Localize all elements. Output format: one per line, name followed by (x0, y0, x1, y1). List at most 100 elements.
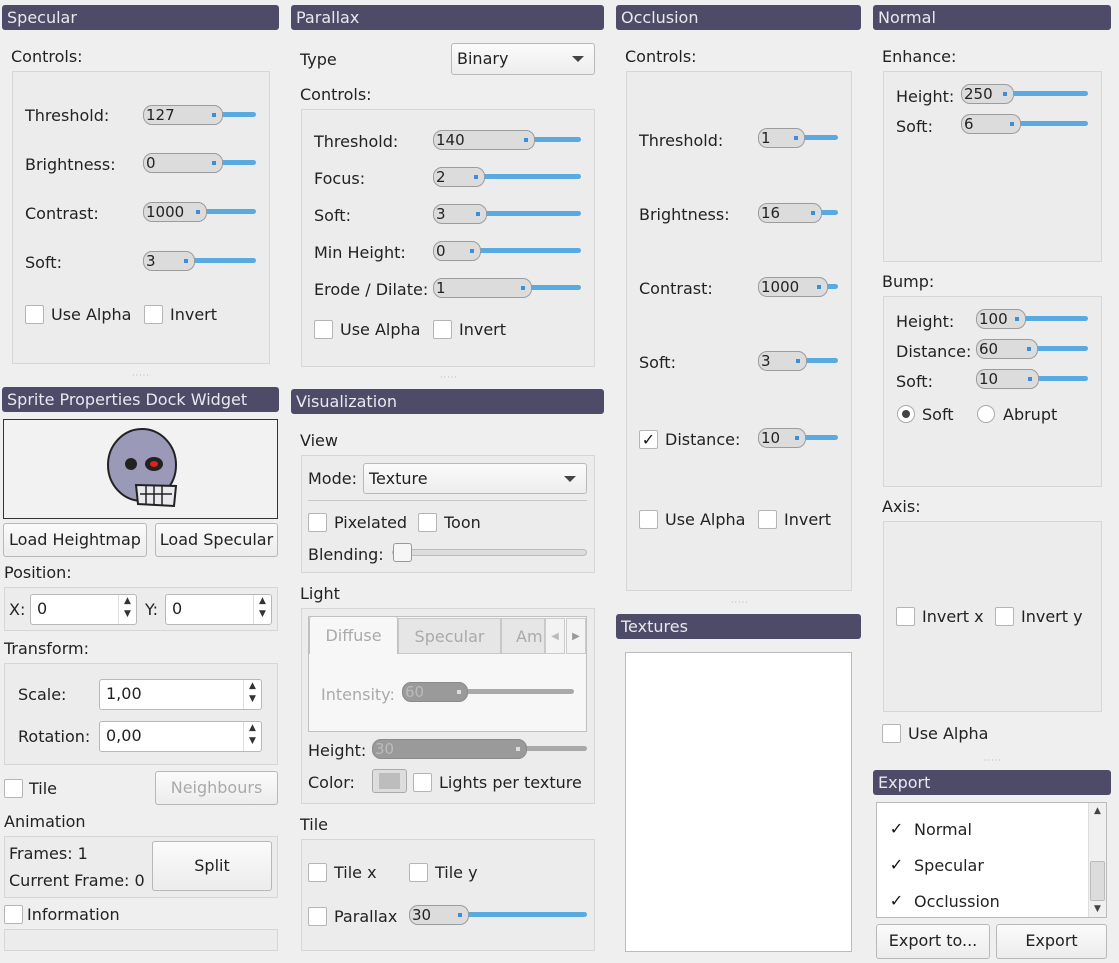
occlusion-brightness-slider[interactable]: 16 (758, 203, 838, 223)
parallax-erode-slider[interactable]: 1 (433, 278, 581, 298)
color-button[interactable] (372, 769, 407, 793)
bump-height-label: Height: (896, 312, 955, 331)
tab-scroll-right-icon[interactable]: ▶ (566, 618, 586, 654)
occlusion-soft-slider[interactable]: 3 (758, 351, 838, 371)
specular-soft-slider[interactable]: 3 (143, 251, 256, 271)
invert-y-label: Invert y (1021, 607, 1083, 626)
specular-brightness-slider[interactable]: 0 (143, 153, 256, 173)
split-button[interactable]: Split (152, 841, 272, 891)
radio-soft[interactable] (897, 405, 915, 423)
textures-list[interactable] (625, 652, 852, 952)
parallax-controls-label: Controls: (300, 85, 372, 104)
export-scrollbar[interactable]: ▲ ▼ (1088, 803, 1106, 917)
invert-x-checkbox[interactable] (896, 607, 915, 626)
specular-contrast-label: Contrast: (25, 204, 99, 223)
bump-soft-slider[interactable]: 10 (976, 369, 1088, 389)
height-slider[interactable]: 30 (372, 739, 587, 759)
chevron-down-icon (572, 56, 584, 62)
occlusion-contrast-slider[interactable]: 1000 (758, 277, 838, 297)
parallax-use-alpha-checkbox[interactable] (314, 320, 333, 339)
lights-per-texture-checkbox[interactable] (413, 773, 432, 792)
scrollbar-thumb[interactable] (1090, 861, 1105, 901)
parallax-focus-slider[interactable]: 2 (433, 167, 581, 187)
scroll-down-icon[interactable]: ▼ (1089, 901, 1106, 917)
vis-parallax-slider[interactable]: 30 (409, 905, 587, 925)
splitter-handle[interactable]: ····· (731, 598, 749, 607)
mode-combobox[interactable]: Texture (363, 463, 587, 494)
load-specular-button[interactable]: Load Specular (155, 523, 278, 557)
tab-diffuse[interactable]: Diffuse (309, 616, 398, 654)
neighbours-button[interactable]: Neighbours (155, 771, 278, 805)
specular-contrast-slider[interactable]: 1000 (143, 202, 256, 222)
occlusion-threshold-slider[interactable]: 1 (758, 128, 838, 148)
bump-height-slider[interactable]: 100 (976, 309, 1088, 329)
parallax-type-label: Type (300, 50, 337, 69)
parallax-threshold-slider[interactable]: 140 (433, 130, 581, 150)
occlusion-header: Occlusion (616, 5, 861, 30)
occlusion-use-alpha-label: Use Alpha (665, 510, 746, 529)
bump-distance-slider[interactable]: 60 (976, 339, 1088, 359)
parallax-erode-label: Erode / Dilate: (314, 280, 429, 299)
x-spinbox[interactable]: 0 ▲ ▼ (30, 594, 137, 625)
axis-label: Axis: (882, 497, 921, 516)
enhance-soft-slider[interactable]: 6 (961, 114, 1088, 134)
occlusion-invert-label: Invert (784, 510, 832, 529)
intensity-slider[interactable]: 60 (402, 682, 574, 702)
export-specular-checkbox[interactable]: ✓ (887, 856, 906, 875)
scale-label: Scale: (18, 685, 67, 704)
tab-am[interactable]: Am (501, 618, 545, 654)
splitter-handle[interactable]: ····· (984, 756, 1002, 765)
splitter-handle[interactable]: ····· (440, 373, 458, 382)
color-swatch (379, 773, 400, 789)
export-to-button[interactable]: Export to... (876, 924, 990, 959)
radio-abrupt[interactable] (977, 405, 995, 423)
enhance-height-slider[interactable]: 250 (961, 84, 1088, 104)
occlusion-distance-checkbox[interactable]: ✓ (639, 430, 658, 449)
animation-label: Animation (4, 812, 86, 831)
scale-spinbox[interactable]: 1,00 ▲ ▼ (99, 679, 262, 710)
vis-parallax-checkbox[interactable] (308, 907, 327, 926)
tab-specular[interactable]: Specular (398, 618, 501, 654)
export-normal-checkbox[interactable]: ✓ (887, 820, 906, 839)
toon-checkbox[interactable] (418, 513, 437, 532)
load-heightmap-button[interactable]: Load Heightmap (3, 523, 147, 557)
mode-label: Mode: (308, 469, 357, 488)
specular-use-alpha-checkbox[interactable] (25, 305, 44, 324)
occlusion-distance-slider[interactable]: 10 (758, 428, 838, 448)
specular-threshold-slider[interactable]: 127 (143, 105, 256, 125)
light-label: Light (300, 584, 340, 603)
current-frame-label: Current Frame: 0 (9, 871, 145, 890)
information-checkbox[interactable] (4, 905, 23, 924)
tile-y-checkbox[interactable] (409, 863, 428, 882)
parallax-type-combobox[interactable]: Binary (451, 43, 595, 75)
divider (308, 500, 587, 501)
parallax-invert-checkbox[interactable] (433, 320, 452, 339)
export-occlussion-checkbox[interactable]: ✓ (887, 892, 906, 911)
rotation-spinbox[interactable]: 0,00 ▲ ▼ (99, 721, 262, 752)
textures-header: Textures (616, 614, 861, 639)
tab-scroll-left-icon[interactable]: ◀ (545, 618, 565, 654)
specular-invert-label: Invert (170, 305, 218, 324)
scroll-up-icon[interactable]: ▲ (1089, 803, 1106, 819)
pixelated-checkbox[interactable] (308, 513, 327, 532)
y-spinbox[interactable]: 0 ▲ ▼ (165, 594, 272, 625)
parallax-soft-slider[interactable]: 3 (433, 204, 581, 224)
export-button[interactable]: Export (996, 924, 1107, 959)
blending-slider[interactable] (392, 543, 587, 562)
splitter-handle[interactable]: ····· (132, 371, 150, 380)
visualization-header: Visualization (291, 389, 604, 414)
occlusion-invert-checkbox[interactable] (758, 510, 777, 529)
parallax-focus-label: Focus: (314, 169, 366, 188)
invert-y-checkbox[interactable] (995, 607, 1014, 626)
toon-label: Toon (444, 513, 481, 532)
slider-handle[interactable] (393, 543, 412, 562)
tile-checkbox[interactable] (4, 779, 23, 798)
tile-section-label: Tile (300, 815, 329, 834)
normal-use-alpha-checkbox[interactable] (882, 724, 901, 743)
specular-soft-label: Soft: (25, 253, 62, 272)
bump-label: Bump: (882, 272, 935, 291)
occlusion-use-alpha-checkbox[interactable] (639, 510, 658, 529)
parallax-min-height-slider[interactable]: 0 (433, 241, 581, 261)
tile-x-checkbox[interactable] (308, 863, 327, 882)
specular-invert-checkbox[interactable] (144, 305, 163, 324)
